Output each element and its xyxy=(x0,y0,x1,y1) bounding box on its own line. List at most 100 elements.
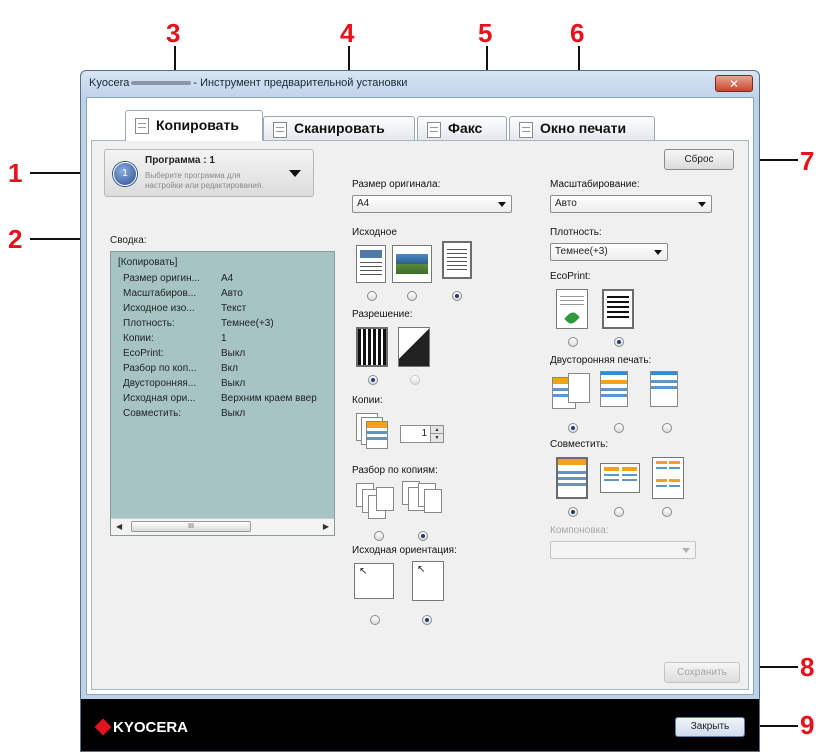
fax-icon xyxy=(427,122,441,138)
tab-print-window[interactable]: Окно печати xyxy=(509,116,655,140)
kyocera-logo-text: KYOCERA xyxy=(113,719,189,736)
duplex-1to1-radio[interactable] xyxy=(568,423,578,433)
collate-off-radio[interactable] xyxy=(374,531,384,541)
summary-value: Авто xyxy=(221,288,243,299)
tab-scan[interactable]: Сканировать xyxy=(263,116,415,140)
callout-5: 5 xyxy=(478,18,493,48)
ecoprint-on-radio[interactable] xyxy=(568,337,578,347)
callout-2: 2 xyxy=(8,224,23,254)
resolution-high-radio[interactable] xyxy=(368,375,378,385)
original-text-photo-radio[interactable] xyxy=(367,291,377,301)
summary-horizontal-scrollbar[interactable]: ◀ III ▶ xyxy=(111,518,334,535)
orientation-top-edge-left-icon[interactable]: ↖ xyxy=(354,563,394,599)
duplex-1to1-icon[interactable] xyxy=(552,373,592,413)
text-line xyxy=(607,306,629,308)
chevron-down-icon xyxy=(654,250,662,255)
scrollbar-thumb[interactable]: III xyxy=(131,521,251,532)
combine-4in1-icon[interactable] xyxy=(652,457,684,499)
tab-fax[interactable]: Факс xyxy=(417,116,507,140)
summary-row: Разбор по коп... Вкл xyxy=(123,363,335,378)
ecoprint-off-radio[interactable] xyxy=(614,337,624,347)
combine-2in1-icon[interactable] xyxy=(600,463,640,493)
save-button[interactable]: Сохранить xyxy=(664,662,740,683)
callout-1: 1 xyxy=(8,158,23,188)
copies-icon xyxy=(356,413,390,451)
arrow-icon: ↖ xyxy=(359,566,368,577)
orientation-top-edge-up-icon[interactable]: ↖ xyxy=(412,561,444,601)
collate-on-icon[interactable] xyxy=(402,481,444,521)
combine-off-icon[interactable] xyxy=(556,457,588,499)
collate-on-radio[interactable] xyxy=(418,531,428,541)
scroll-left-icon[interactable]: ◀ xyxy=(116,522,122,531)
title-bar: Kyocera - Инструмент предварительной уста… xyxy=(81,71,759,97)
resolution-low-radio[interactable] xyxy=(410,375,420,385)
scan-icon xyxy=(273,122,287,138)
combine-off-radio[interactable] xyxy=(568,507,578,517)
tab-copy[interactable]: Копировать xyxy=(125,110,263,141)
spin-down-icon[interactable]: ▼ xyxy=(430,433,443,442)
summary-key: Двусторонняя... xyxy=(123,378,197,389)
summary-list[interactable]: [Копировать] Размер оригин... A4 Масштаби… xyxy=(110,251,335,536)
reset-button[interactable]: Сброс xyxy=(664,149,734,170)
duplex-2to2-icon[interactable] xyxy=(650,371,690,413)
summary-value: Выкл xyxy=(221,378,246,389)
copies-value: 1 xyxy=(421,428,427,439)
text-line xyxy=(360,262,382,263)
chevron-down-icon xyxy=(698,202,706,207)
resolution-high-icon[interactable] xyxy=(356,327,388,367)
collate-off-icon[interactable] xyxy=(356,483,398,523)
orientation-top-edge-left-radio[interactable] xyxy=(370,615,380,625)
callout-8: 8 xyxy=(800,652,815,682)
close-button[interactable]: Закрыть xyxy=(675,717,745,737)
ecoprint-on-icon[interactable] xyxy=(556,289,588,329)
scroll-right-icon[interactable]: ▶ xyxy=(323,522,329,531)
original-size-value: A4 xyxy=(357,198,370,209)
text-line xyxy=(360,266,382,267)
original-size-label: Размер оригинала: xyxy=(352,179,441,190)
summary-row: Исходное изо... Текст xyxy=(123,303,335,318)
program-selector[interactable]: 1 Программа : 1 Выберите программа для н… xyxy=(104,149,314,197)
original-text-icon[interactable] xyxy=(442,241,472,279)
close-icon: ✕ xyxy=(728,77,740,91)
summary-row: Совместить: Выкл xyxy=(123,408,335,423)
window-close-button[interactable]: ✕ xyxy=(715,75,753,92)
layout-select[interactable] xyxy=(550,541,696,559)
density-select[interactable]: Темнее(+3) xyxy=(550,243,668,261)
summary-key: Исходное изо... xyxy=(123,303,195,314)
duplex-1to2-icon[interactable] xyxy=(600,371,640,413)
zoom-label: Масштабирование: xyxy=(550,179,640,190)
text-line xyxy=(447,265,467,266)
text-line xyxy=(607,296,629,298)
original-size-select[interactable]: A4 xyxy=(352,195,512,213)
copies-spinner[interactable]: 1 ▲ ▼ xyxy=(400,425,444,443)
callout-7: 7 xyxy=(800,146,815,176)
resolution-low-icon[interactable] xyxy=(398,327,430,367)
page-icon xyxy=(424,489,442,513)
text-line xyxy=(360,270,382,271)
preset-tool-window: Kyocera - Инструмент предварительной уста… xyxy=(80,70,760,752)
duplex-label: Двусторонняя печать: xyxy=(550,355,652,366)
original-text-radio[interactable] xyxy=(452,291,462,301)
summary-row: Двусторонняя... Выкл xyxy=(123,378,335,393)
density-value: Темнее(+3) xyxy=(555,246,608,257)
combine-2in1-radio[interactable] xyxy=(614,507,624,517)
zoom-select[interactable]: Авто xyxy=(550,195,712,213)
page-icon xyxy=(376,487,394,511)
duplex-1to2-radio[interactable] xyxy=(614,423,624,433)
original-photo-radio[interactable] xyxy=(407,291,417,301)
ecoprint-label: EcoPrint: xyxy=(550,271,591,282)
tab-fax-label: Факс xyxy=(448,120,483,136)
combine-4in1-radio[interactable] xyxy=(662,507,672,517)
original-photo-icon[interactable] xyxy=(392,245,432,283)
layout-label: Компоновка: xyxy=(550,525,609,536)
original-text-photo-icon[interactable] xyxy=(356,245,386,283)
text-line xyxy=(560,304,584,305)
text-line xyxy=(607,316,629,318)
duplex-2to2-radio[interactable] xyxy=(662,423,672,433)
ecoprint-off-icon[interactable] xyxy=(602,289,634,329)
print-window-icon xyxy=(519,122,533,138)
window-title-prefix: Kyocera xyxy=(89,77,130,89)
summary-value: Верхним краем ввер xyxy=(221,393,317,404)
window-title-suffix: - Инструмент предварительной установки xyxy=(193,77,408,89)
orientation-top-edge-up-radio[interactable] xyxy=(422,615,432,625)
